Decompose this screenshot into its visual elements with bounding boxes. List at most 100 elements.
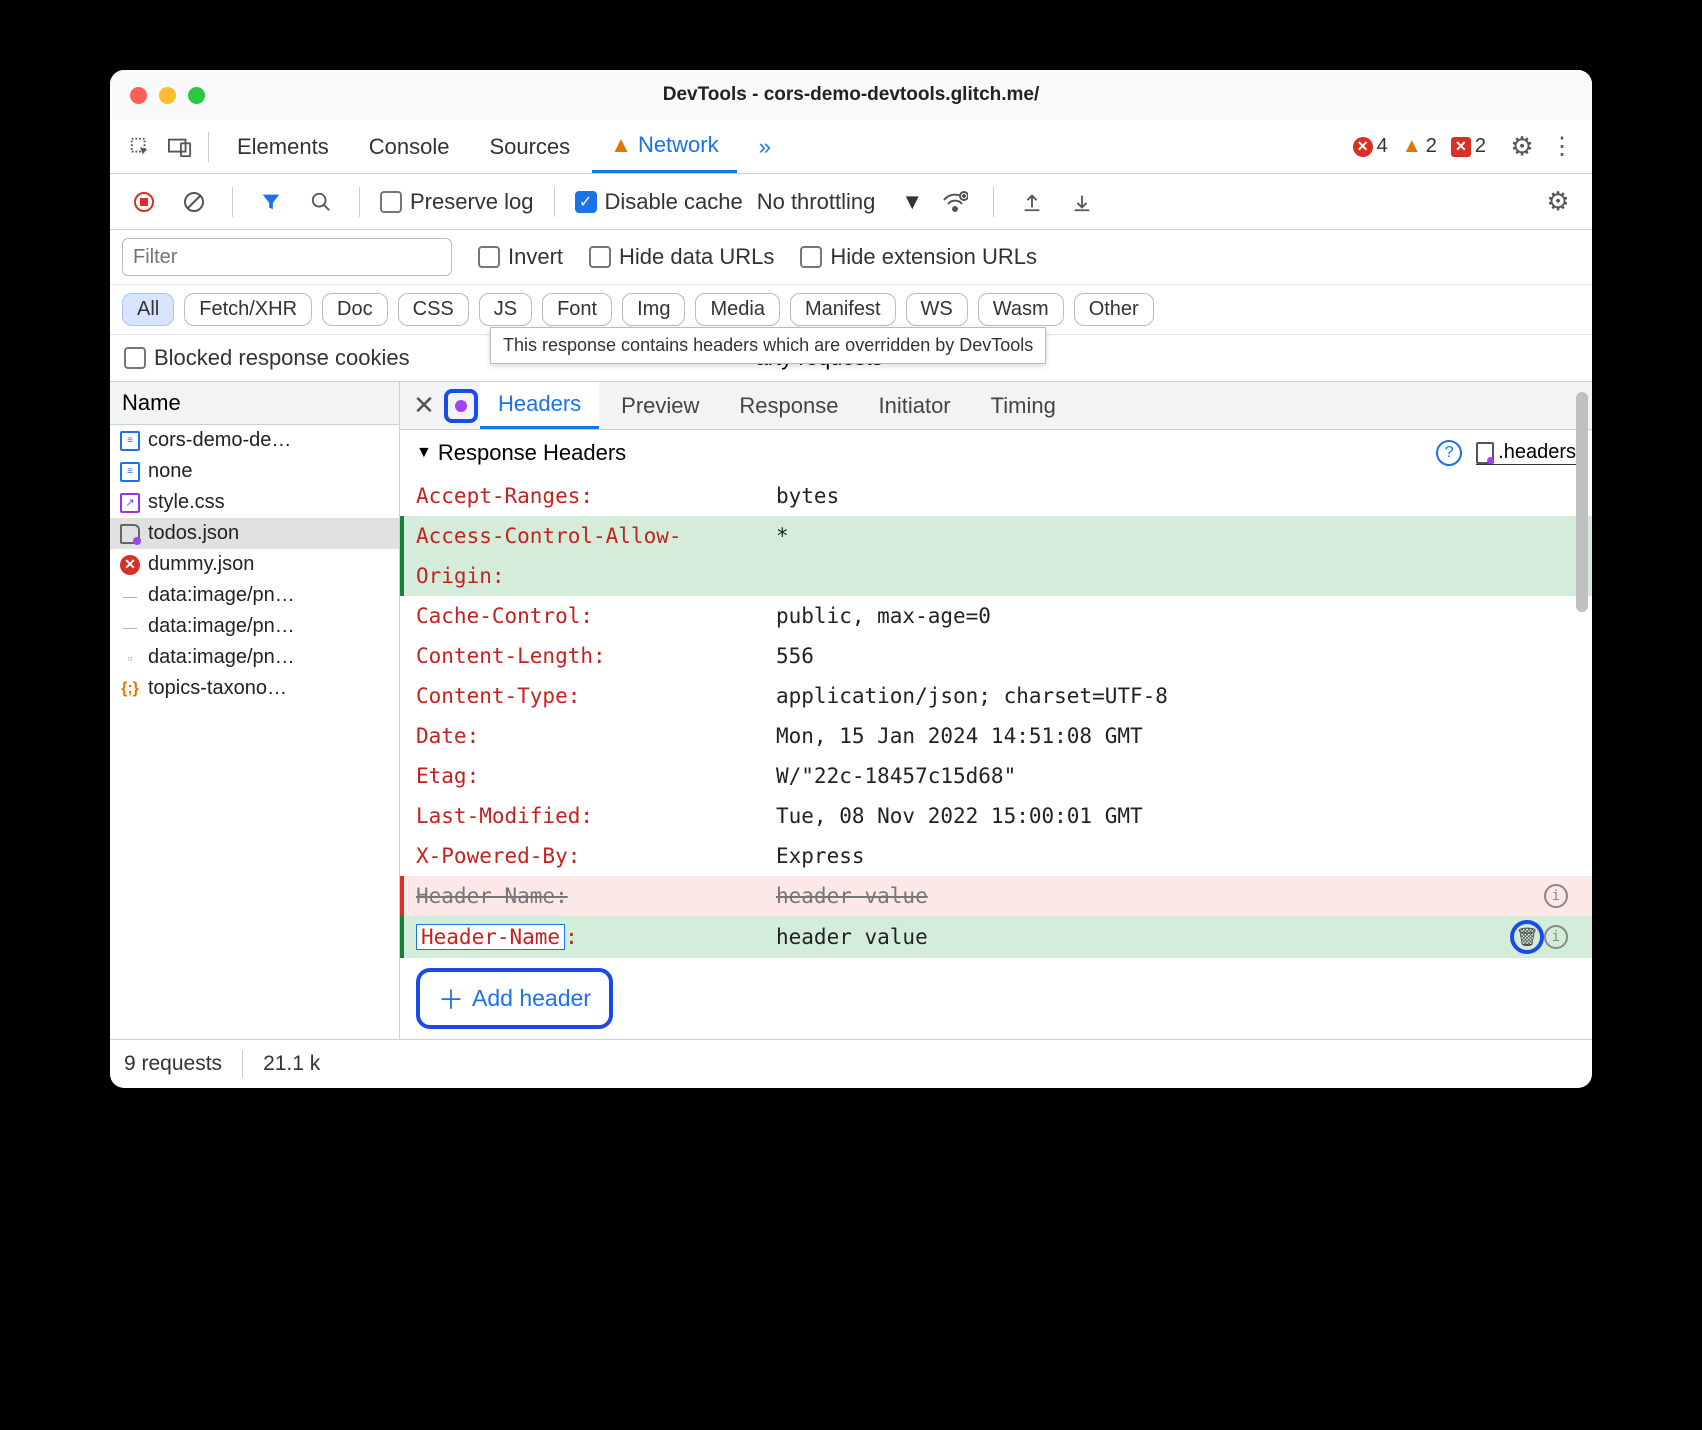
header-row[interactable]: Accept-Ranges:bytes [400,476,1592,516]
request-row[interactable]: none [110,456,399,487]
transfer-size: 21.1 k [263,1052,320,1076]
header-name-input[interactable]: Header-Name [416,924,565,950]
filter-icon[interactable] [253,184,289,220]
request-detail: ✕ Headers Preview Response Initiator Tim… [400,382,1592,1039]
hide-extension-urls-checkbox[interactable]: Hide extension URLs [800,244,1037,270]
header-row[interactable]: Header-Name:header valuei [400,876,1592,916]
header-value[interactable]: header value [776,925,1506,949]
checkbox-icon: ✓ [575,191,597,213]
help-icon[interactable]: ? [1436,440,1462,466]
download-har-icon[interactable] [1064,184,1100,220]
record-button[interactable] [126,184,162,220]
request-name: data:image/pn… [148,615,295,638]
header-row[interactable]: Header-Name:header value 🗑i [400,916,1592,958]
search-icon[interactable] [303,184,339,220]
request-row[interactable]: cors-demo-de… [110,425,399,456]
info-icon[interactable]: i [1544,884,1568,908]
warning-icon: ▲ [1402,137,1422,157]
type-filter-fetchxhr[interactable]: Fetch/XHR [184,293,312,326]
clear-button[interactable] [176,184,212,220]
warning-counter[interactable]: ▲2 [1402,135,1437,158]
request-name: cors-demo-de… [148,429,291,452]
request-row[interactable]: style.css [110,487,399,518]
info-icon[interactable]: i [1544,925,1568,949]
request-row[interactable]: —data:image/pn… [110,580,399,611]
hide-data-urls-checkbox[interactable]: Hide data URLs [589,244,774,270]
header-row[interactable]: Access-Control-Allow-* [400,516,1592,556]
trash-icon[interactable]: 🗑 [1516,927,1539,948]
detail-tab-initiator[interactable]: Initiator [860,382,968,429]
type-filter-ws[interactable]: WS [906,293,968,326]
request-name: style.css [148,491,225,514]
tab-console[interactable]: Console [351,120,468,173]
header-row[interactable]: Content-Type:application/json; charset=U… [400,676,1592,716]
name-column-header[interactable]: Name [110,382,399,425]
filter-input[interactable] [122,238,452,276]
add-header-button[interactable]: ＋ Add header [416,968,613,1029]
header-name: Etag: [416,764,776,788]
throttling-select[interactable]: No throttling ▼ [757,189,923,215]
header-row[interactable]: Etag:W/"22c-18457c15d68" [400,756,1592,796]
tab-network[interactable]: ▲ Network [592,120,736,173]
kebab-menu-icon[interactable]: ⋮ [1544,129,1580,165]
filter-row: Invert Hide data URLs Hide extension URL… [110,230,1592,285]
preserve-log-checkbox[interactable]: Preserve log [380,189,534,215]
detail-tab-response[interactable]: Response [721,382,856,429]
request-row[interactable]: {;}topics-taxono… [110,673,399,704]
divider [232,187,233,217]
blocked-cookies-checkbox[interactable]: Blocked response cookies [124,345,410,371]
header-value: Mon, 15 Jan 2024 14:51:08 GMT [776,724,1576,748]
type-filter-img[interactable]: Img [622,293,685,326]
disable-cache-checkbox[interactable]: ✓ Disable cache [575,189,743,215]
detail-tab-preview[interactable]: Preview [603,382,717,429]
header-row[interactable]: Last-Modified:Tue, 08 Nov 2022 15:00:01 … [400,796,1592,836]
document-icon [120,431,140,451]
request-row[interactable]: todos.json [110,518,399,549]
request-row[interactable]: ▫data:image/pn… [110,642,399,673]
error-counter[interactable]: ✕4 [1353,135,1388,158]
request-list: Name cors-demo-de… none style.css todos.jso… [110,382,400,1039]
network-settings-icon[interactable]: ⚙ [1540,184,1576,220]
detail-tab-timing[interactable]: Timing [973,382,1074,429]
request-name: none [148,460,193,483]
type-filter-all[interactable]: All [122,293,174,326]
request-row[interactable]: ✕dummy.json [110,549,399,580]
header-row[interactable]: Date:Mon, 15 Jan 2024 14:51:08 GMT [400,716,1592,756]
header-row[interactable]: X-Powered-By:Express [400,836,1592,876]
header-row[interactable]: Content-Length:556 [400,636,1592,676]
network-conditions-icon[interactable] [937,184,973,220]
type-filter-media[interactable]: Media [695,293,779,326]
invert-checkbox[interactable]: Invert [478,244,563,270]
header-name: Header-Name: [416,925,776,949]
response-headers-section[interactable]: ▼ Response Headers ? .headers [400,430,1592,476]
header-value: * [776,524,1576,548]
issue-counter[interactable]: ✕2 [1451,135,1486,158]
type-filter-other[interactable]: Other [1074,293,1154,326]
detail-tab-headers[interactable]: Headers [480,382,599,429]
header-name: Cache-Control: [416,604,776,628]
settings-icon[interactable]: ⚙ [1504,129,1540,165]
divider [554,187,555,217]
header-name: Origin: [416,564,776,588]
header-row[interactable]: Cache-Control:public, max-age=0 [400,596,1592,636]
upload-har-icon[interactable] [1014,184,1050,220]
tab-elements[interactable]: Elements [219,120,347,173]
close-detail-button[interactable]: ✕ [408,390,440,421]
type-filter-manifest[interactable]: Manifest [790,293,896,326]
type-filter-wasm[interactable]: Wasm [978,293,1064,326]
type-filter-css[interactable]: CSS [398,293,469,326]
type-filter-font[interactable]: Font [542,293,612,326]
scrollbar[interactable] [1576,392,1588,612]
type-filter-doc[interactable]: Doc [322,293,388,326]
inspect-icon[interactable] [122,129,158,165]
image-icon: — [120,617,140,637]
extra-filters-row: Blocked response cookies This response c… [110,335,1592,382]
request-row[interactable]: — data:image/pn… [110,611,399,642]
tab-sources[interactable]: Sources [471,120,588,173]
header-value: Express [776,844,1576,868]
headers-file-link[interactable]: .headers [1476,441,1576,465]
tab-overflow[interactable]: » [741,120,789,173]
header-name: Accept-Ranges: [416,484,776,508]
device-toolbar-icon[interactable] [162,129,198,165]
type-filter-js[interactable]: JS [479,293,532,326]
